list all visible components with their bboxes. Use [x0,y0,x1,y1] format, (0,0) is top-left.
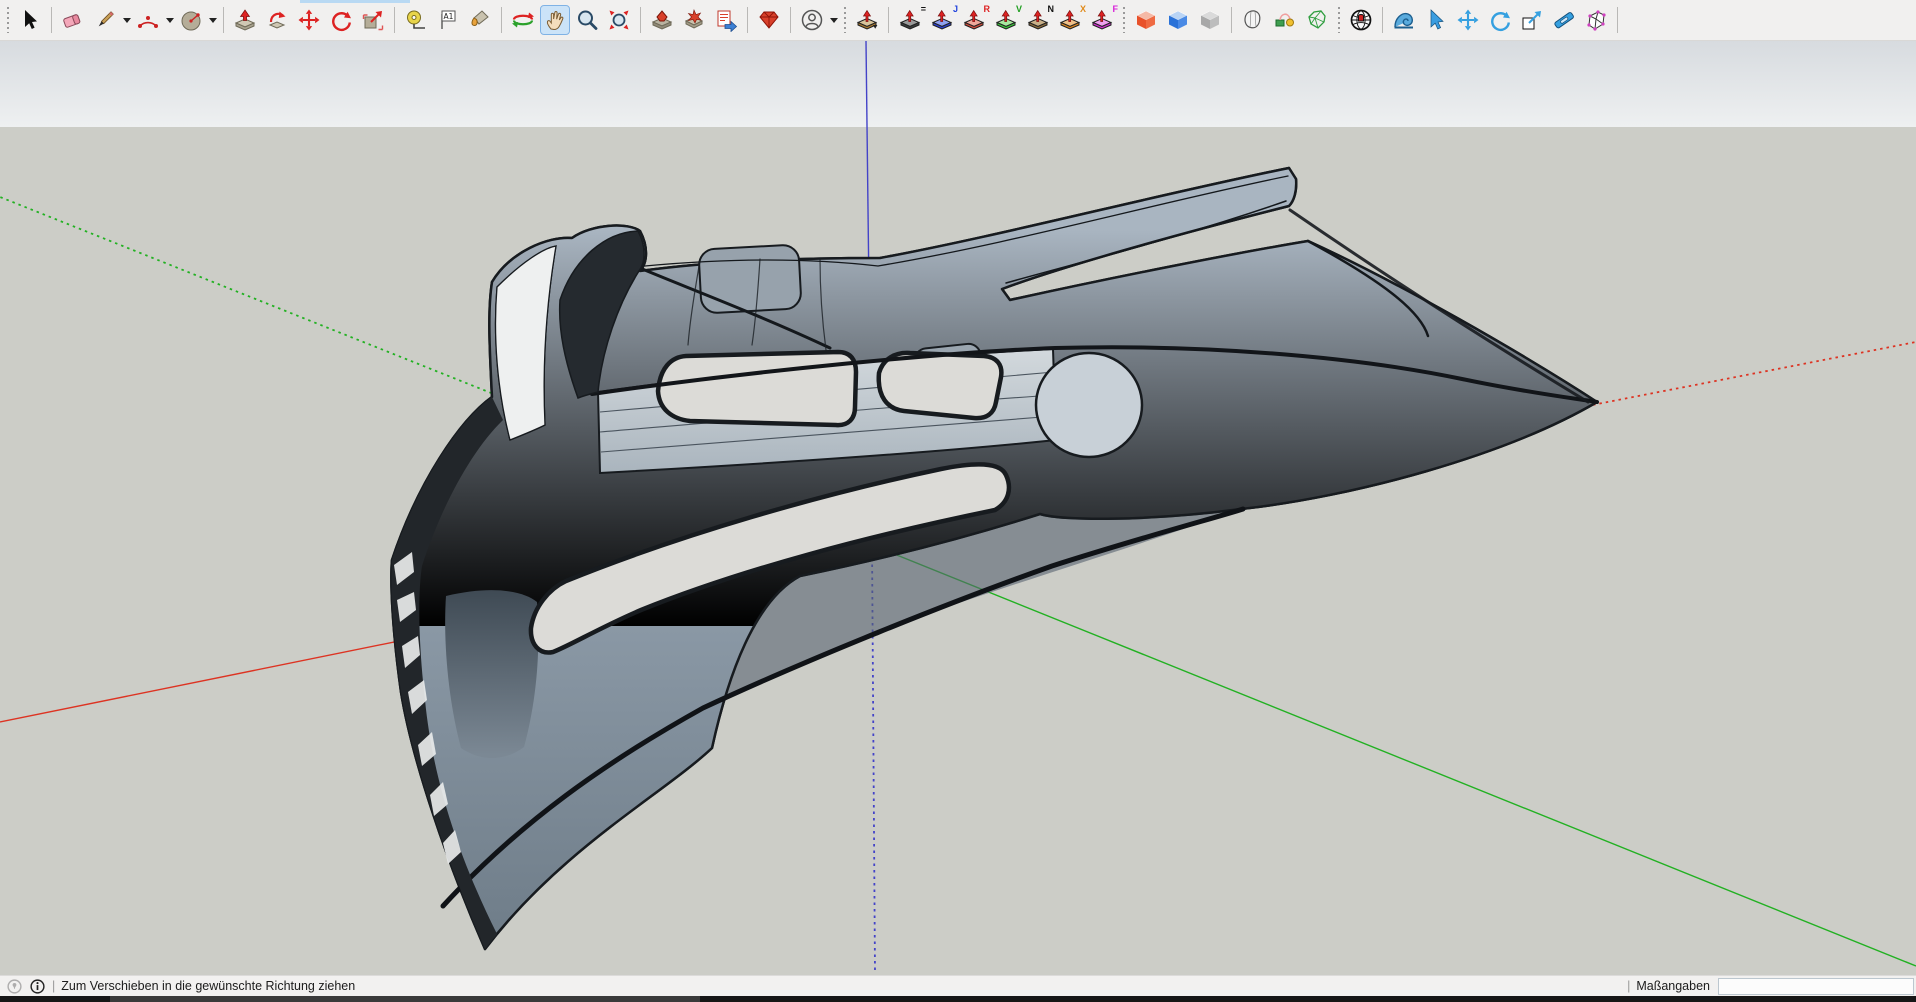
tool-ruby-gem[interactable] [755,6,783,34]
tool-export-star[interactable] [680,6,708,34]
tool-badge: V [1016,4,1022,14]
geolocation-icon[interactable] [6,978,23,995]
tool-jpp-main[interactable] [853,6,881,34]
tool-vt-level[interactable] [1550,6,1578,34]
foglight-circle [1036,353,1142,457]
tool-move[interactable] [295,6,323,34]
selection-artifact [300,0,410,3]
tool-badge: F [1113,4,1119,14]
tool-badge: X [1080,4,1086,14]
upper-gray-patch [698,244,801,313]
tool-follow-me[interactable] [263,6,291,34]
tool-curve-ball[interactable] [1271,6,1299,34]
toolbar-separator [1382,7,1383,33]
toolbar-separator [51,7,52,33]
toolbar-separator [1231,7,1232,33]
tool-vt-cube[interactable] [1582,6,1610,34]
tool-dropdown-pencil[interactable] [121,6,132,34]
measure-separator: | [1627,979,1630,993]
tool-scale[interactable] [359,6,387,34]
viewport-canvas[interactable] [0,41,1916,975]
toolbar-separator [394,7,395,33]
tool-jpp-J[interactable]: J [928,6,956,34]
tool-dropdown-account[interactable] [828,6,839,34]
toolbar-drag-handle[interactable] [6,7,10,33]
tool-arc[interactable] [134,6,162,34]
toolbar-drag-handle[interactable] [843,7,847,33]
tool-snail[interactable] [1390,6,1418,34]
tool-globe-dome[interactable] [1347,6,1375,34]
toolbar: A1 = J R V N X F [0,0,1916,41]
svg-text:A1: A1 [444,12,454,21]
tool-pencil[interactable] [91,6,119,34]
tool-pan-hand[interactable] [541,6,569,34]
tool-zoom-extents[interactable] [605,6,633,34]
upper-right-opening [879,353,1002,418]
tool-account[interactable] [798,6,826,34]
tool-export-page[interactable] [712,6,740,34]
tool-circle-tool[interactable] [177,6,205,34]
tool-badge: R [984,4,991,14]
info-icon[interactable] [29,978,46,995]
toolbar-separator [790,7,791,33]
tool-dropdown-circle-tool[interactable] [207,6,218,34]
tool-eraser[interactable] [59,6,87,34]
tool-dropdown-arc[interactable] [164,6,175,34]
toolbar-separator [640,7,641,33]
tool-jpp-R[interactable]: R [960,6,988,34]
tool-text-tool[interactable]: A1 [434,6,462,34]
toolbar-separator [501,7,502,33]
lower-smooth-panel [445,590,538,758]
window-bottom-edge [0,996,1916,1002]
tool-badge: N [1048,4,1055,14]
tool-vt-rotate[interactable] [1486,6,1514,34]
tool-badge: = [921,4,926,14]
status-bar: | Zum Verschieben in die gewünschte Rich… [0,975,1916,996]
upper-slot-opening [658,352,856,425]
tool-cube[interactable] [1196,6,1224,34]
toolbar-drag-handle[interactable] [1337,7,1341,33]
tool-zoom[interactable] [573,6,601,34]
sky [0,41,1916,127]
tool-rotate[interactable] [327,6,355,34]
tool-jpp-N[interactable]: N [1024,6,1052,34]
tool-vt-scale[interactable] [1518,6,1546,34]
tool-badge: J [953,4,958,14]
toolbar-separator [1617,7,1618,33]
tool-cube[interactable] [1164,6,1192,34]
tool-export-model[interactable] [648,6,676,34]
tool-jpp-F[interactable]: F [1088,6,1116,34]
toolbar-separator [747,7,748,33]
tool-vt-move[interactable] [1454,6,1482,34]
tool-push-pull[interactable] [231,6,259,34]
tool-green-gem[interactable] [1303,6,1331,34]
tool-jpp-=[interactable]: = [896,6,924,34]
tool-rock[interactable] [1239,6,1267,34]
tool-tape-measure[interactable] [402,6,430,34]
toolbar-drag-handle[interactable] [1122,7,1126,33]
measurements-input[interactable] [1718,978,1914,995]
tool-orbit[interactable] [509,6,537,34]
tool-jpp-X[interactable]: X [1056,6,1084,34]
tool-jpp-V[interactable]: V [992,6,1020,34]
toolbar-separator [223,7,224,33]
tool-select-arrow[interactable] [16,6,44,34]
measurements-label: Maßangaben [1636,979,1710,993]
tool-vt-select[interactable] [1422,6,1450,34]
tool-paint-bucket[interactable] [466,6,494,34]
status-hint: Zum Verschieben in die gewünschte Richtu… [61,979,355,993]
tool-cube[interactable] [1132,6,1160,34]
statusbar-separator: | [52,979,55,993]
toolbar-separator [888,7,889,33]
